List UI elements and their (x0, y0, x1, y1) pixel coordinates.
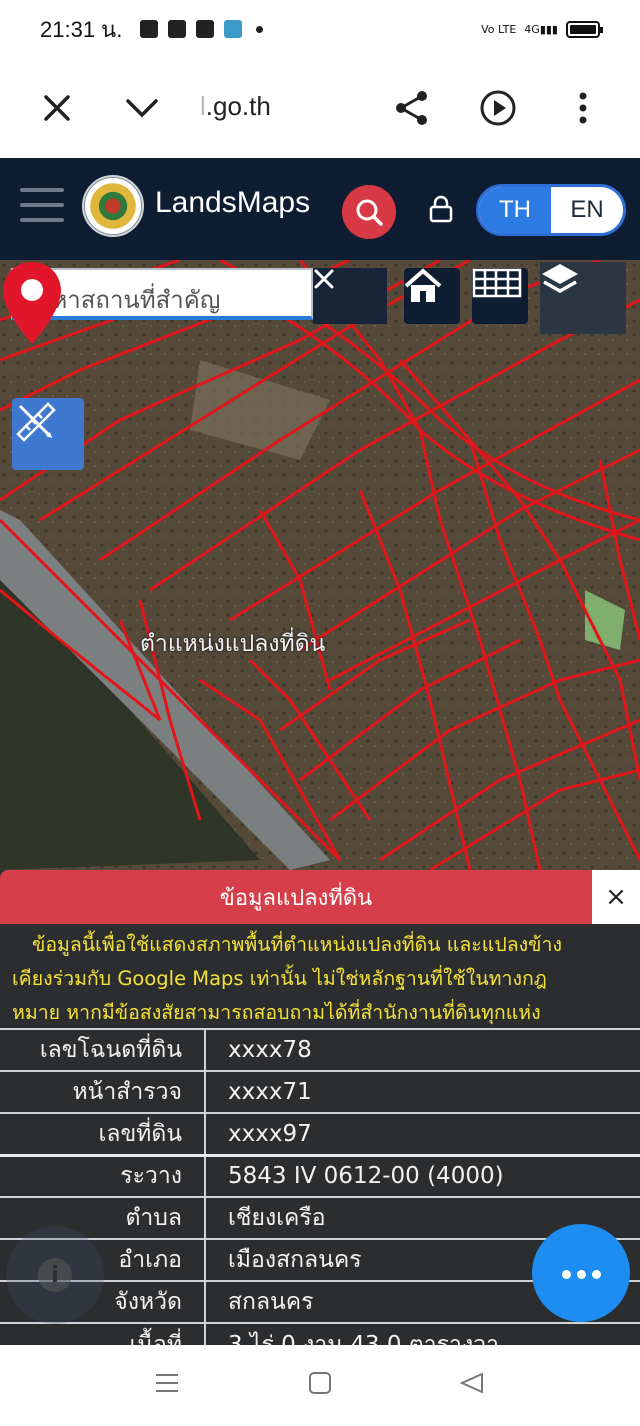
row-key: หน้าสำรวจ (0, 1070, 206, 1113)
ruler-pencil-icon (16, 402, 56, 442)
info-icon: i (38, 1258, 72, 1292)
login-button[interactable] (426, 194, 456, 224)
app-header: LandsMaps TH EN (0, 158, 640, 260)
back-nav-button[interactable] (459, 1372, 483, 1394)
facebook-icon (140, 20, 159, 38)
home-nav-button[interactable] (309, 1372, 331, 1394)
status-bar: 21:31 น. Vo LTE 4G▮▮▮ (0, 0, 640, 58)
menu-button[interactable] (20, 188, 64, 224)
browser-toolbar: l.go.th (0, 58, 640, 158)
row-key: เลขโฉนดที่ดิน (0, 1028, 206, 1071)
row-value: xxxx97 (205, 1112, 640, 1155)
department-seal-logo (82, 175, 144, 237)
row-key: เลขที่ดิน (0, 1112, 206, 1155)
search-icon (356, 199, 383, 226)
shopping-app-icon (224, 20, 243, 38)
table-row: ตำบล เชียงเครือ (0, 1196, 640, 1239)
more-vert-icon (579, 92, 587, 124)
row-value: 5843 IV 0612-00 (4000) (205, 1153, 640, 1197)
close-tab-button[interactable] (35, 86, 79, 130)
home-icon (404, 268, 442, 302)
system-indicators: Vo LTE 4G▮▮▮ (481, 20, 603, 38)
layers-icon (542, 264, 578, 294)
clear-search-button[interactable] (313, 268, 387, 324)
table-row: เนื้อที่ 3 ไร่ 0 งาน 43.0 ตารางวา (0, 1322, 640, 1345)
system-nav-bar (0, 1345, 640, 1422)
app-notification-icon (196, 20, 215, 38)
play-button[interactable] (476, 86, 520, 130)
notice-line: หมาย หากมีข้อสงสัยสามารถสอบถามได้ที่สำนั… (12, 1001, 541, 1024)
home-button[interactable] (404, 268, 460, 324)
panel-title: ข้อมูลแปลงที่ดิน (0, 870, 592, 924)
layers-button[interactable] (540, 262, 626, 334)
brand-title: LandsMaps (155, 186, 311, 219)
table-row: ระวาง 5843 IV 0612-00 (4000) (0, 1153, 640, 1197)
pin-label: ตำแหน่งแปลงที่ดิน (140, 631, 326, 657)
info-button[interactable]: i (6, 1226, 104, 1324)
table-row: เลขโฉนดที่ดิน xxxx78 (0, 1028, 640, 1071)
panel-close-button[interactable]: × (592, 870, 640, 924)
url-domain: .go.th (205, 91, 271, 121)
share-icon (396, 91, 427, 125)
disclaimer-notice: ข้อมูลนี้เพื่อใช้แสดงสภาพพื้นที่ตำแหน่งแ… (0, 924, 640, 1030)
signal-icon: 4G▮▮▮ (524, 22, 558, 36)
recent-apps-button[interactable] (156, 1374, 178, 1392)
map-view[interactable]: ค้นหาสถานที่สำคัญ ตำแหน่งแปลงที่ดิน (0, 260, 640, 870)
lang-en-button[interactable]: EN (551, 187, 623, 233)
search-button[interactable] (342, 185, 396, 239)
notice-line: เคียงร่วมกับ Google Maps เท่านั้น ไม่ใช่… (12, 967, 547, 990)
row-value: 3 ไร่ 0 งาน 43.0 ตารางวา (205, 1322, 640, 1345)
more-horiz-icon (559, 1264, 604, 1283)
row-value: xxxx78 (205, 1028, 640, 1071)
app-notification-icon (168, 20, 187, 38)
close-icon (44, 95, 70, 121)
share-button[interactable] (390, 86, 434, 130)
measure-tool-button[interactable] (12, 398, 84, 470)
location-pin-icon (3, 262, 61, 344)
language-toggle: TH EN (476, 184, 626, 236)
table-row: เลขที่ดิน xxxx97 (0, 1112, 640, 1155)
lang-th-button[interactable]: TH (479, 187, 551, 233)
lock-icon (429, 195, 453, 223)
status-time: 21:31 น. (40, 16, 123, 42)
row-value: xxxx71 (205, 1070, 640, 1113)
table-row: หน้าสำรวจ xxxx71 (0, 1070, 640, 1113)
grid-icon (472, 268, 522, 298)
satellite-map-background (0, 260, 640, 870)
battery-icon (566, 20, 603, 38)
chevron-down-icon (126, 99, 158, 118)
close-icon (314, 269, 334, 289)
url-text[interactable]: l.go.th (200, 91, 271, 122)
grid-view-button[interactable] (472, 268, 528, 324)
notice-line: ข้อมูลนี้เพื่อใช้แสดงสภาพพื้นที่ตำแหน่งแ… (32, 933, 562, 956)
more-notifications-dot (256, 25, 264, 33)
more-actions-fab[interactable] (532, 1224, 630, 1322)
volte-icon: Vo LTE (481, 22, 517, 36)
row-key: ระวาง (0, 1153, 206, 1197)
browser-menu-button[interactable] (561, 86, 605, 130)
play-circle-icon (480, 90, 516, 126)
network-type: 4G (524, 22, 540, 36)
row-key: เนื้อที่ (0, 1322, 206, 1345)
expand-toolbar-button[interactable] (120, 86, 164, 130)
notification-icons (140, 20, 264, 38)
